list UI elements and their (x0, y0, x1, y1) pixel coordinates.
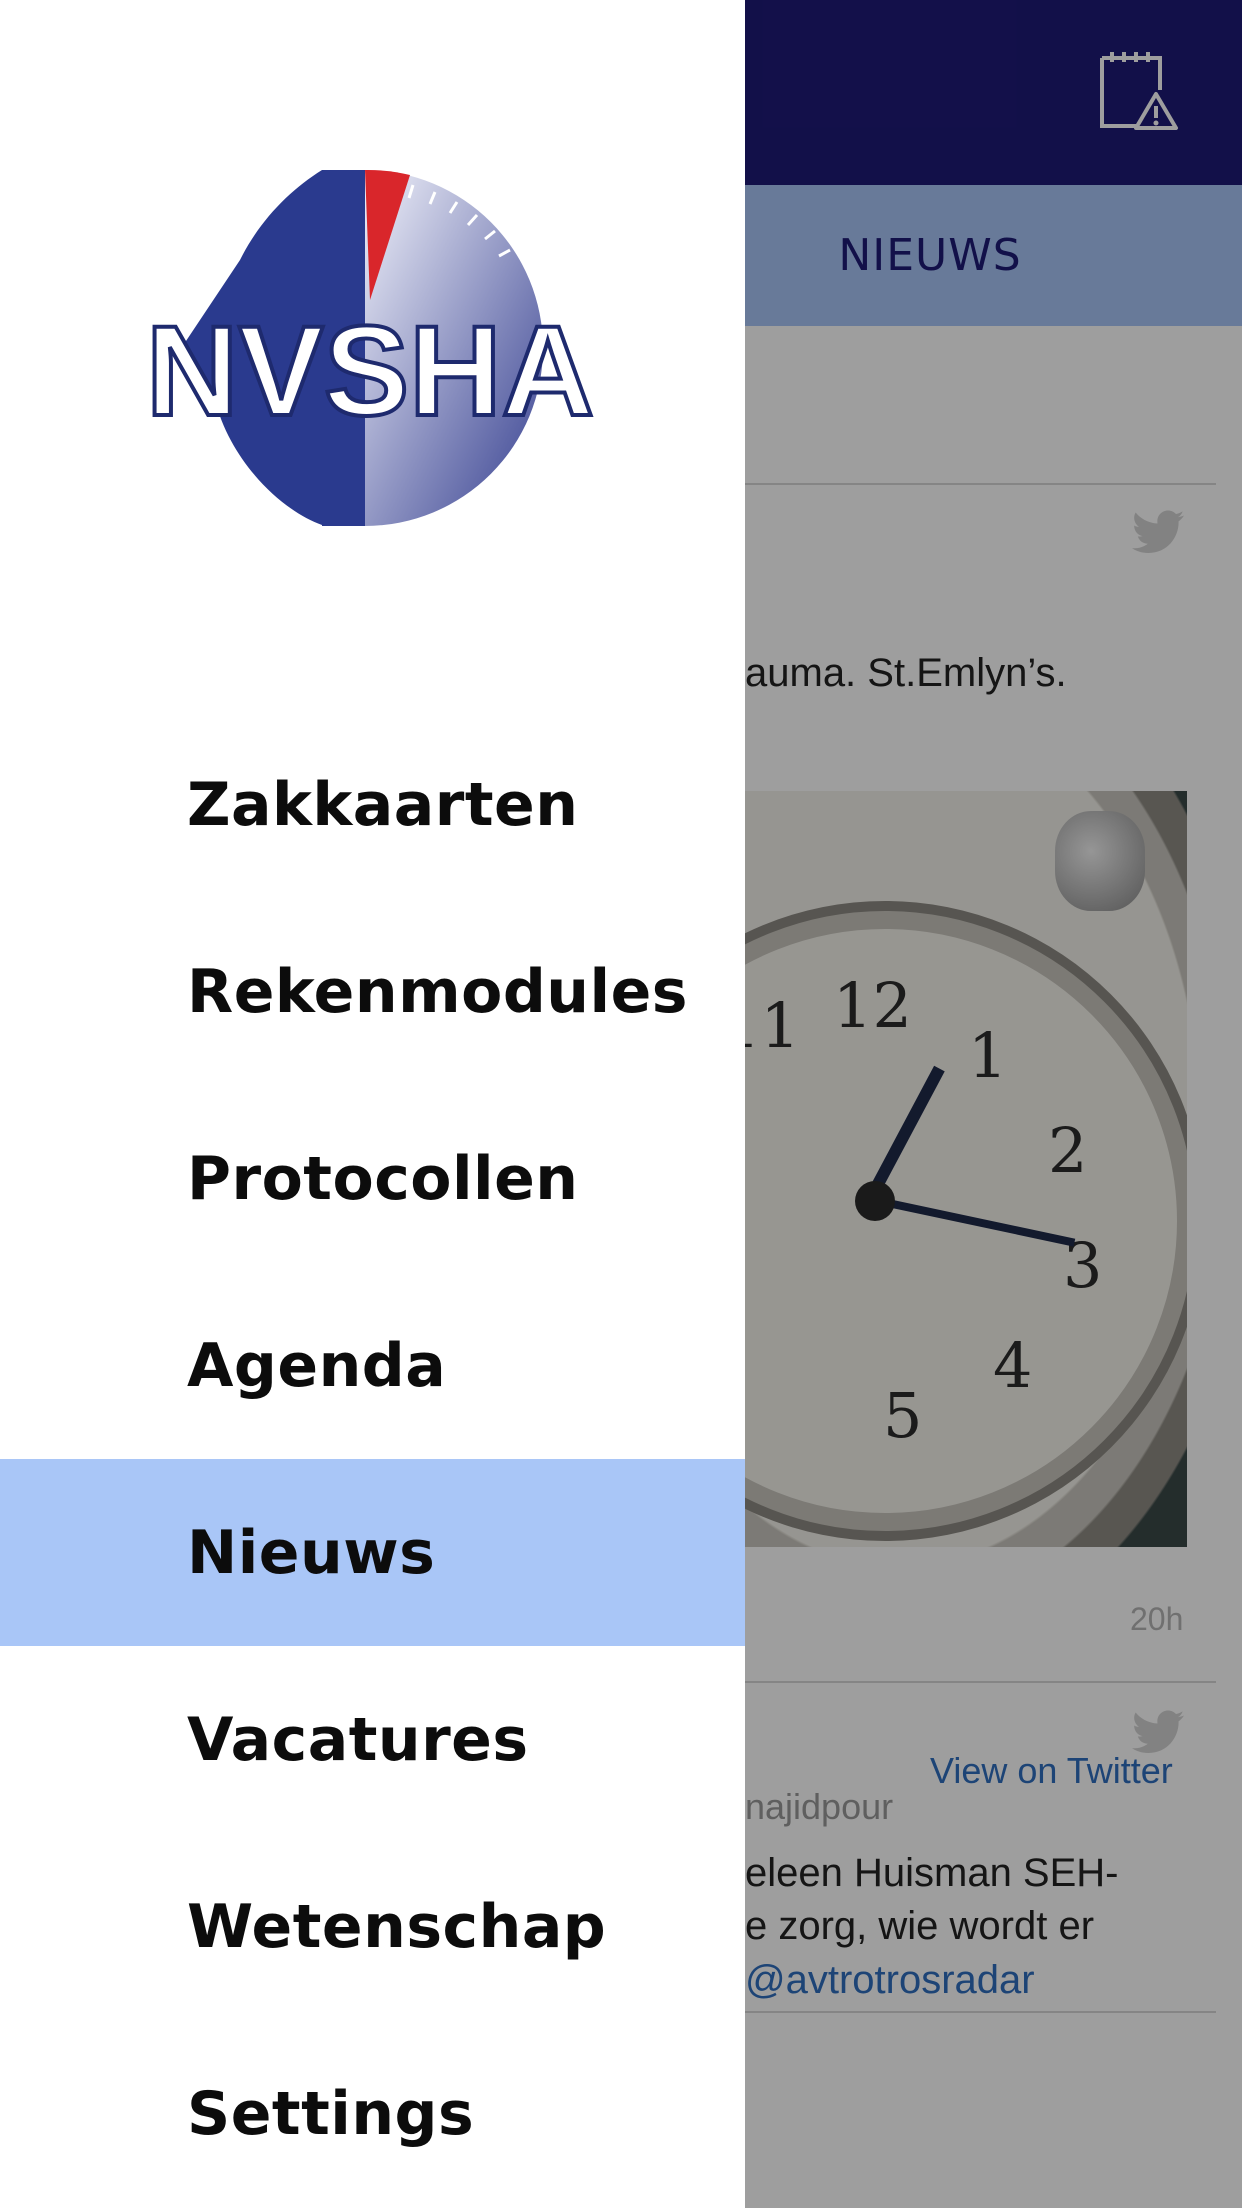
menu-item-label: Zakkaarten (187, 769, 579, 840)
nvsha-logo: NVSHA (110, 150, 630, 540)
menu-item-nieuws[interactable]: Nieuws (0, 1459, 745, 1646)
menu-item-label: Rekenmodules (187, 956, 688, 1027)
menu-item-zakkaarten[interactable]: Zakkaarten (0, 711, 745, 898)
menu-item-settings[interactable]: Settings (0, 2020, 745, 2207)
logo-wordmark: NVSHA (146, 300, 594, 443)
menu-item-agenda[interactable]: Agenda (0, 1272, 745, 1459)
drawer-menu: Zakkaarten Rekenmodules Protocollen Agen… (0, 711, 745, 2207)
menu-item-label: Wetenschap (187, 1891, 607, 1962)
menu-item-label: Protocollen (187, 1143, 579, 1214)
drawer-scrim[interactable] (745, 0, 1242, 2208)
menu-item-rekenmodules[interactable]: Rekenmodules (0, 898, 745, 1085)
navigation-drawer: NVSHA Zakkaarten Rekenmodules Protocolle… (0, 0, 745, 2208)
menu-item-vacatures[interactable]: Vacatures (0, 1646, 745, 1833)
menu-item-wetenschap[interactable]: Wetenschap (0, 1833, 745, 2020)
menu-item-protocollen[interactable]: Protocollen (0, 1085, 745, 1272)
menu-item-label: Nieuws (187, 1517, 436, 1588)
menu-item-label: Agenda (187, 1330, 447, 1401)
menu-item-label: Vacatures (187, 1704, 529, 1775)
menu-item-label: Settings (187, 2078, 475, 2149)
